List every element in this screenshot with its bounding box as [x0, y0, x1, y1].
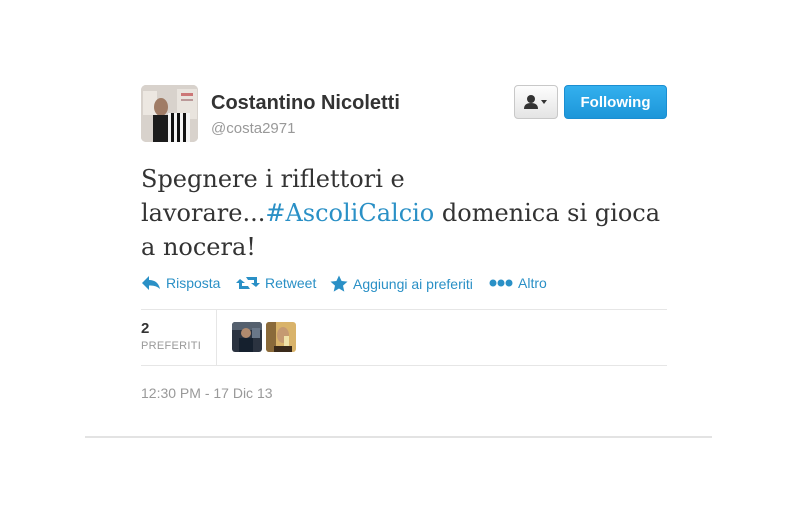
stats-separator [216, 310, 217, 365]
favoriter-avatar[interactable] [266, 322, 296, 352]
favorites-label[interactable]: PREFERITI [141, 340, 201, 352]
tweet-text: Spegnere i riflettori e lavorare...#Asco… [141, 162, 681, 264]
retweet-label: Retweet [265, 275, 317, 291]
following-button[interactable]: Following [564, 85, 667, 119]
more-dots-icon [489, 279, 513, 287]
more-label: Altro [518, 275, 547, 291]
reply-icon [142, 276, 160, 290]
tweet-card: Costantino Nicoletti @costa2971 Followin… [0, 0, 800, 516]
favorite-label: Aggiungi ai preferiti [353, 276, 473, 292]
star-icon [330, 275, 348, 292]
divider [141, 365, 667, 366]
divider [141, 309, 667, 310]
favorites-count[interactable]: 2 [141, 320, 149, 337]
retweet-icon [236, 277, 260, 289]
more-action[interactable]: Altro [489, 275, 547, 291]
author-handle[interactable]: @costa2971 [211, 120, 295, 137]
user-actions-button[interactable] [514, 85, 558, 119]
bottom-border [85, 436, 712, 438]
hashtag-link[interactable]: #AscoliCalcio [265, 199, 434, 227]
reply-label: Risposta [166, 275, 221, 291]
author-avatar[interactable] [141, 85, 198, 142]
favorite-action[interactable]: Aggiungi ai preferiti [330, 275, 473, 293]
retweet-action[interactable]: Retweet [236, 275, 316, 291]
user-menu-icon [524, 95, 547, 109]
reply-action[interactable]: Risposta [141, 275, 220, 291]
author-name[interactable]: Costantino Nicoletti [211, 92, 400, 115]
favoriter-avatar[interactable] [232, 322, 262, 352]
tweet-timestamp[interactable]: 12:30 PM - 17 Dic 13 [141, 385, 273, 401]
